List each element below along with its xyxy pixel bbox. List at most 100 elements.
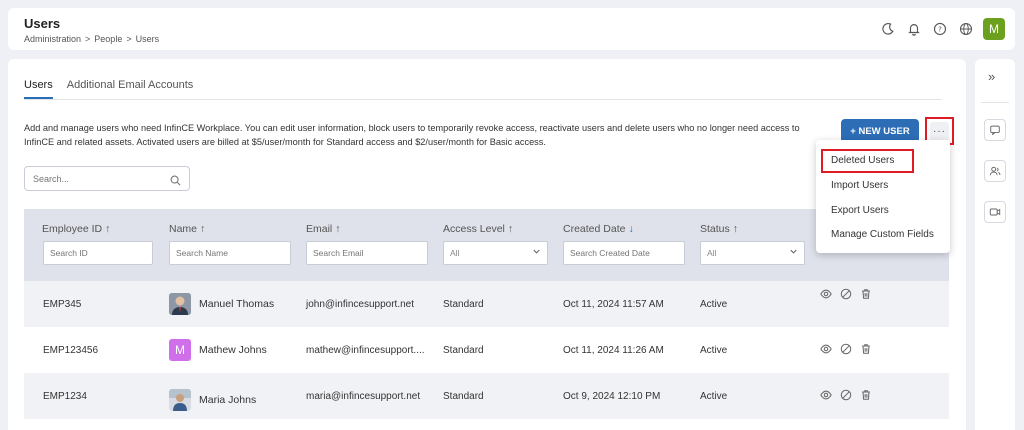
chevron-down-icon: [532, 247, 541, 258]
access-level: Standard: [443, 344, 484, 356]
contacts-icon[interactable]: [984, 160, 1006, 182]
globe-icon[interactable]: [957, 20, 975, 38]
user-name-cell: Maria Johns: [169, 377, 256, 423]
user-photo-avatar: [169, 293, 191, 315]
filter-email: [306, 241, 428, 265]
sort-icon: ↑: [200, 223, 206, 235]
user-email: john@infincesupport.net: [306, 298, 414, 310]
block-icon[interactable]: [840, 389, 852, 404]
filter-employee-id: [43, 241, 153, 265]
created-date: Oct 11, 2024 11:57 AM: [563, 298, 664, 310]
col-employee-id[interactable]: Employee ID ↑: [42, 223, 110, 235]
row-actions: [820, 373, 872, 419]
view-icon[interactable]: [820, 343, 832, 358]
status: Active: [700, 344, 728, 356]
col-email[interactable]: Email ↑: [306, 223, 341, 235]
page-description: Add and manage users who need InfinCE Wo…: [24, 123, 800, 147]
menu-item-export-users[interactable]: Export Users: [831, 205, 889, 216]
expand-sidebar-icon[interactable]: »: [988, 69, 995, 84]
employee-id: EMP1234: [43, 390, 87, 402]
breadcrumb-administration[interactable]: Administration: [24, 34, 81, 44]
help-icon[interactable]: ?: [931, 20, 949, 38]
search-icon[interactable]: [170, 173, 181, 191]
top-icons: ? M: [879, 18, 1005, 40]
svg-text:?: ?: [938, 26, 942, 34]
sort-icon: ↑: [732, 223, 739, 235]
tab-users[interactable]: Users: [24, 79, 53, 99]
filter-access-level-select[interactable]: All: [443, 241, 548, 265]
filter-created-date-input[interactable]: [570, 248, 684, 258]
top-bar: Users Administration > People > Users ? …: [8, 8, 1015, 50]
chat-icon[interactable]: [984, 119, 1006, 141]
sort-icon: ↑: [335, 223, 341, 235]
sidebar-divider: [981, 102, 1009, 103]
search-input[interactable]: [25, 167, 155, 190]
user-avatar[interactable]: M: [983, 18, 1005, 40]
row-actions: [820, 272, 872, 318]
row-actions: [820, 327, 872, 373]
bell-icon[interactable]: [905, 20, 923, 38]
chevron-down-icon: [789, 247, 798, 258]
breadcrumb-separator: >: [85, 34, 91, 44]
col-status[interactable]: Status ↑: [700, 223, 738, 235]
delete-icon[interactable]: [860, 288, 872, 303]
table-row[interactable]: EMP123456 M Mathew Johns mathew@infinces…: [24, 327, 949, 373]
filter-name-input[interactable]: [176, 248, 290, 258]
filter-status-select[interactable]: All: [700, 241, 805, 265]
user-photo-avatar: [169, 389, 191, 411]
filter-created-date: [563, 241, 685, 265]
created-date: Oct 9, 2024 12:10 PM: [563, 390, 661, 402]
employee-id: EMP123456: [43, 344, 99, 356]
sort-icon: ↓: [628, 223, 634, 235]
breadcrumb-people[interactable]: People: [94, 34, 122, 44]
breadcrumb-users: Users: [135, 34, 160, 44]
access-level: Standard: [443, 390, 484, 402]
col-created-date[interactable]: Created Date ↓: [563, 223, 634, 235]
col-access-level[interactable]: Access Level ↑: [443, 223, 513, 235]
block-icon[interactable]: [840, 288, 852, 303]
user-name[interactable]: Mathew Johns: [199, 344, 267, 356]
moon-icon[interactable]: [879, 20, 897, 38]
access-level: Standard: [443, 298, 484, 310]
tabs: Users Additional Email Accounts: [24, 79, 193, 99]
delete-icon[interactable]: [860, 343, 872, 358]
menu-item-import-users[interactable]: Import Users: [831, 180, 888, 191]
user-email: mathew@infincesupport....: [306, 344, 425, 356]
table-row[interactable]: EMP345 Manuel Thomas john@infincesupport…: [24, 281, 949, 327]
employee-id: EMP345: [43, 298, 82, 310]
block-icon[interactable]: [840, 343, 852, 358]
table-row[interactable]: EMP1234 Maria Johns maria@infincesupport…: [24, 373, 949, 419]
table-header: Employee ID ↑ Name ↑ Email ↑ Access Level ↑ …: [24, 209, 949, 281]
menu-item-deleted-users[interactable]: Deleted Users: [831, 155, 894, 166]
tab-additional-email-accounts[interactable]: Additional Email Accounts: [67, 79, 194, 99]
col-name[interactable]: Name ↑: [169, 223, 205, 235]
status: Active: [700, 298, 728, 310]
delete-icon[interactable]: [860, 389, 872, 404]
created-date: Oct 11, 2024 11:26 AM: [563, 344, 664, 356]
filter-employee-id-input[interactable]: [50, 248, 152, 258]
main-panel: Users Additional Email Accounts Add and …: [8, 59, 966, 430]
page-title: Users: [24, 16, 61, 31]
search-box: [24, 166, 190, 191]
tab-divider: [24, 99, 942, 100]
right-sidebar: »: [975, 59, 1015, 430]
user-name-cell: M Mathew Johns: [169, 327, 267, 373]
user-name[interactable]: Maria Johns: [199, 394, 256, 406]
user-name[interactable]: Manuel Thomas: [199, 298, 274, 310]
user-letter-avatar: M: [169, 339, 191, 361]
view-icon[interactable]: [820, 389, 832, 404]
video-call-icon[interactable]: [984, 201, 1006, 223]
user-name-cell: Manuel Thomas: [169, 281, 274, 327]
breadcrumb: Administration > People > Users: [24, 34, 159, 44]
menu-item-manage-custom-fields[interactable]: Manage Custom Fields: [831, 229, 934, 240]
filter-email-input[interactable]: [313, 248, 427, 258]
breadcrumb-separator: >: [126, 34, 132, 44]
filter-name: [169, 241, 291, 265]
view-icon[interactable]: [820, 288, 832, 303]
sort-icon: ↑: [105, 223, 111, 235]
status: Active: [700, 390, 728, 402]
more-options-button[interactable]: ···: [930, 121, 949, 141]
user-email: maria@infincesupport.net: [306, 390, 421, 402]
sort-icon: ↑: [507, 223, 514, 235]
more-options-menu: Deleted Users Import Users Export Users …: [816, 140, 950, 253]
